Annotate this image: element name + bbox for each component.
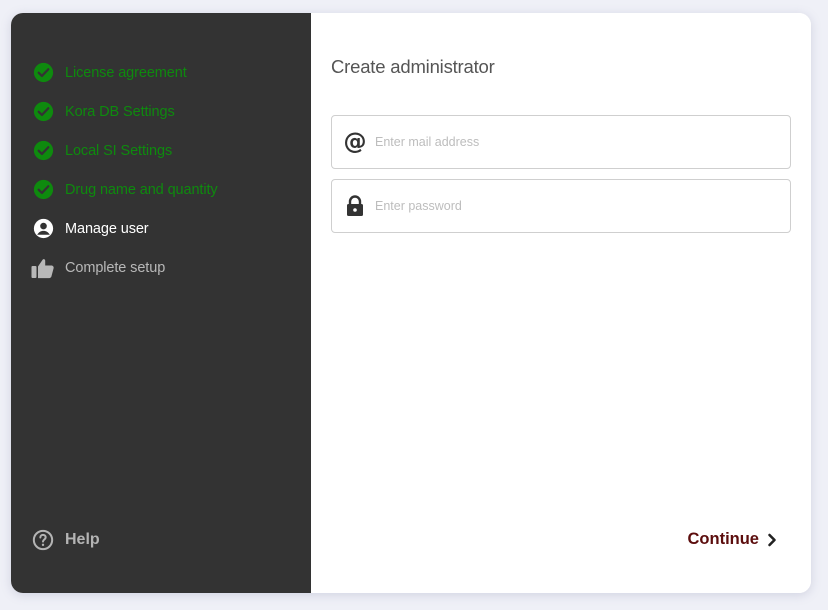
step-label: License agreement (65, 64, 187, 81)
at-icon: @ (343, 129, 367, 155)
step-label: Complete setup (65, 259, 166, 276)
check-circle-icon (31, 61, 55, 85)
page-title: Create administrator (331, 56, 495, 77)
main-panel: Create administrator @ Continue (311, 13, 811, 593)
step-complete-setup[interactable]: Complete setup (31, 248, 218, 287)
continue-button[interactable]: Continue (688, 530, 778, 549)
lock-icon (343, 194, 367, 218)
continue-label: Continue (687, 530, 760, 548)
question-circle-icon (31, 528, 55, 552)
step-list: License agreement Kora DB Settings Local… (31, 53, 218, 287)
step-label: Local SI Settings (65, 142, 173, 159)
help-label: Help (65, 531, 100, 548)
step-kora-db-settings[interactable]: Kora DB Settings (31, 92, 218, 131)
step-local-si-settings[interactable]: Local SI Settings (31, 131, 218, 170)
check-circle-icon (31, 139, 55, 163)
wizard-sidebar: License agreement Kora DB Settings Local… (11, 13, 311, 593)
step-label: Kora DB Settings (65, 103, 175, 120)
step-manage-user[interactable]: Manage user (31, 209, 218, 248)
email-field: @ (331, 115, 791, 169)
email-input[interactable] (375, 116, 790, 168)
thumbs-up-icon (31, 256, 55, 280)
chevron-right-icon (767, 533, 777, 547)
check-circle-icon (31, 178, 55, 202)
password-input[interactable] (375, 180, 790, 232)
step-label: Manage user (65, 220, 149, 237)
step-drug-name-and-quantity[interactable]: Drug name and quantity (31, 170, 218, 209)
setup-wizard-card: License agreement Kora DB Settings Local… (11, 13, 811, 593)
check-circle-icon (31, 100, 55, 124)
user-circle-icon (31, 217, 55, 241)
step-label: Drug name and quantity (65, 181, 218, 198)
password-field (331, 179, 791, 233)
step-license-agreement[interactable]: License agreement (31, 53, 218, 92)
help-link[interactable]: Help (31, 528, 100, 552)
